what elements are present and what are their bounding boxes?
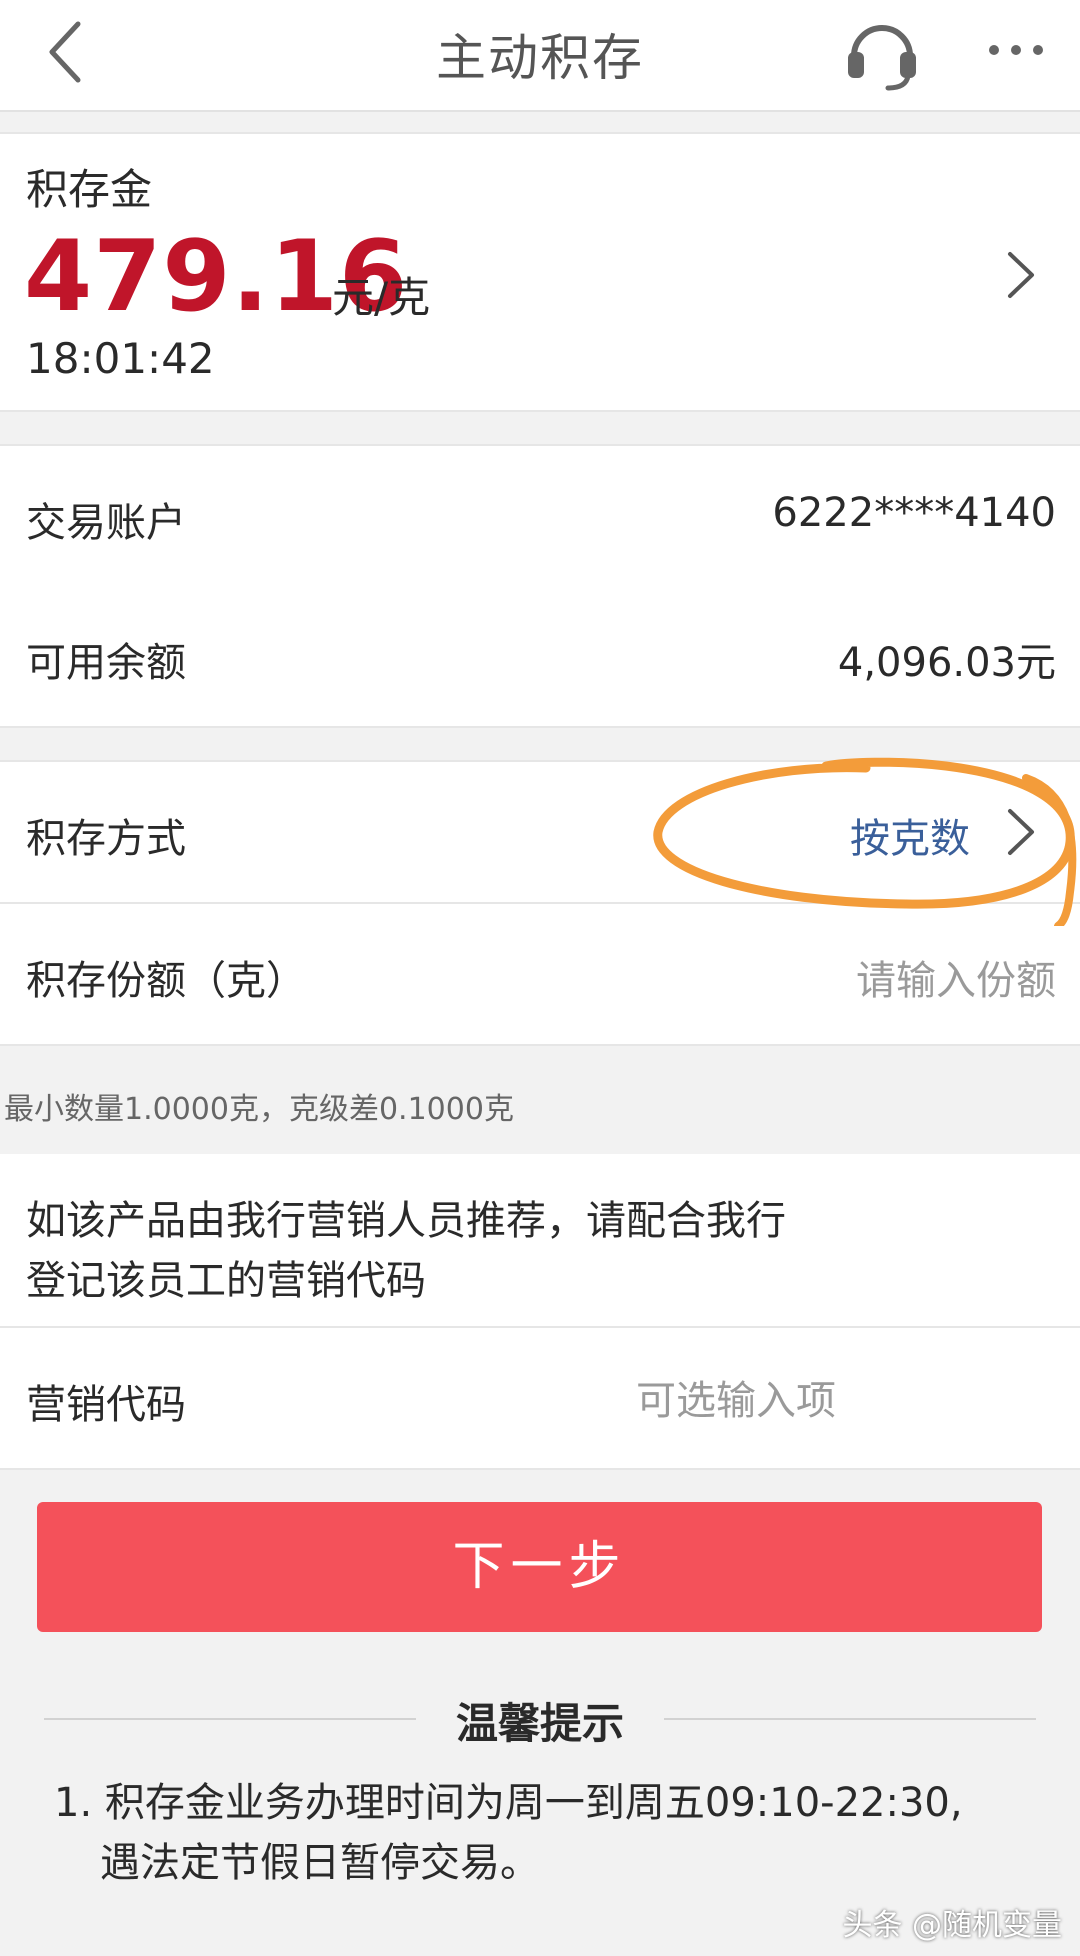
price-unit: 元/克 (332, 273, 431, 322)
next-step-button[interactable]: 下一步 (37, 1502, 1042, 1632)
headset-icon[interactable] (840, 10, 924, 94)
top-bar: 主动积存 (0, 0, 1080, 112)
save-amount-input[interactable]: 请输入份额 (856, 948, 1056, 1006)
more-icon[interactable] (980, 20, 1052, 80)
gold-price-card[interactable]: 积存金 479.16 元/克 18:01:42 (0, 132, 1080, 412)
tips-divider-left (44, 1718, 416, 1720)
trade-account-row: 交易账户 6222****4140 (0, 444, 1080, 588)
balance-value: 4,096.03元 (837, 640, 1056, 686)
save-method-label: 积存方式 (26, 816, 186, 862)
price-label: 积存金 (26, 165, 153, 214)
promo-notice: 如该产品由我行营销人员推荐，请配合我行 登记该员工的营销代码 (0, 1154, 1080, 1328)
price-time: 18:01:42 (26, 334, 215, 383)
marketing-code-row[interactable]: 营销代码 可选输入项 (0, 1328, 1080, 1470)
tips-divider-right (664, 1718, 1036, 1720)
save-amount-label: 积存份额（克） (26, 958, 306, 1004)
balance-row: 可用余额 4,096.03元 (0, 586, 1080, 728)
marketing-code-input[interactable]: 可选输入项 (636, 1368, 836, 1426)
tips-line-2: 遇法定节假日暂停交易。 (100, 1840, 540, 1886)
promo-line-2: 登记该员工的营销代码 (26, 1258, 426, 1304)
watermark: 头条 @随机变量 (842, 1908, 1062, 1943)
trade-account-value: 6222****4140 (772, 490, 1056, 536)
trade-account-label: 交易账户 (26, 500, 186, 546)
marketing-code-label: 营销代码 (26, 1382, 186, 1428)
chevron-right-icon[interactable] (1004, 248, 1038, 302)
annotation-circle (653, 757, 1077, 926)
min-quantity-hint: 最小数量1.0000克，克级差0.1000克 (4, 1092, 514, 1127)
tips-line-1: 1. 积存金业务办理时间为周一到周五09:10-22:30, (54, 1780, 963, 1826)
balance-label: 可用余额 (26, 640, 186, 686)
tips-title: 温馨提示 (455, 1699, 624, 1748)
promo-line-1: 如该产品由我行营销人员推荐，请配合我行 (26, 1198, 786, 1244)
